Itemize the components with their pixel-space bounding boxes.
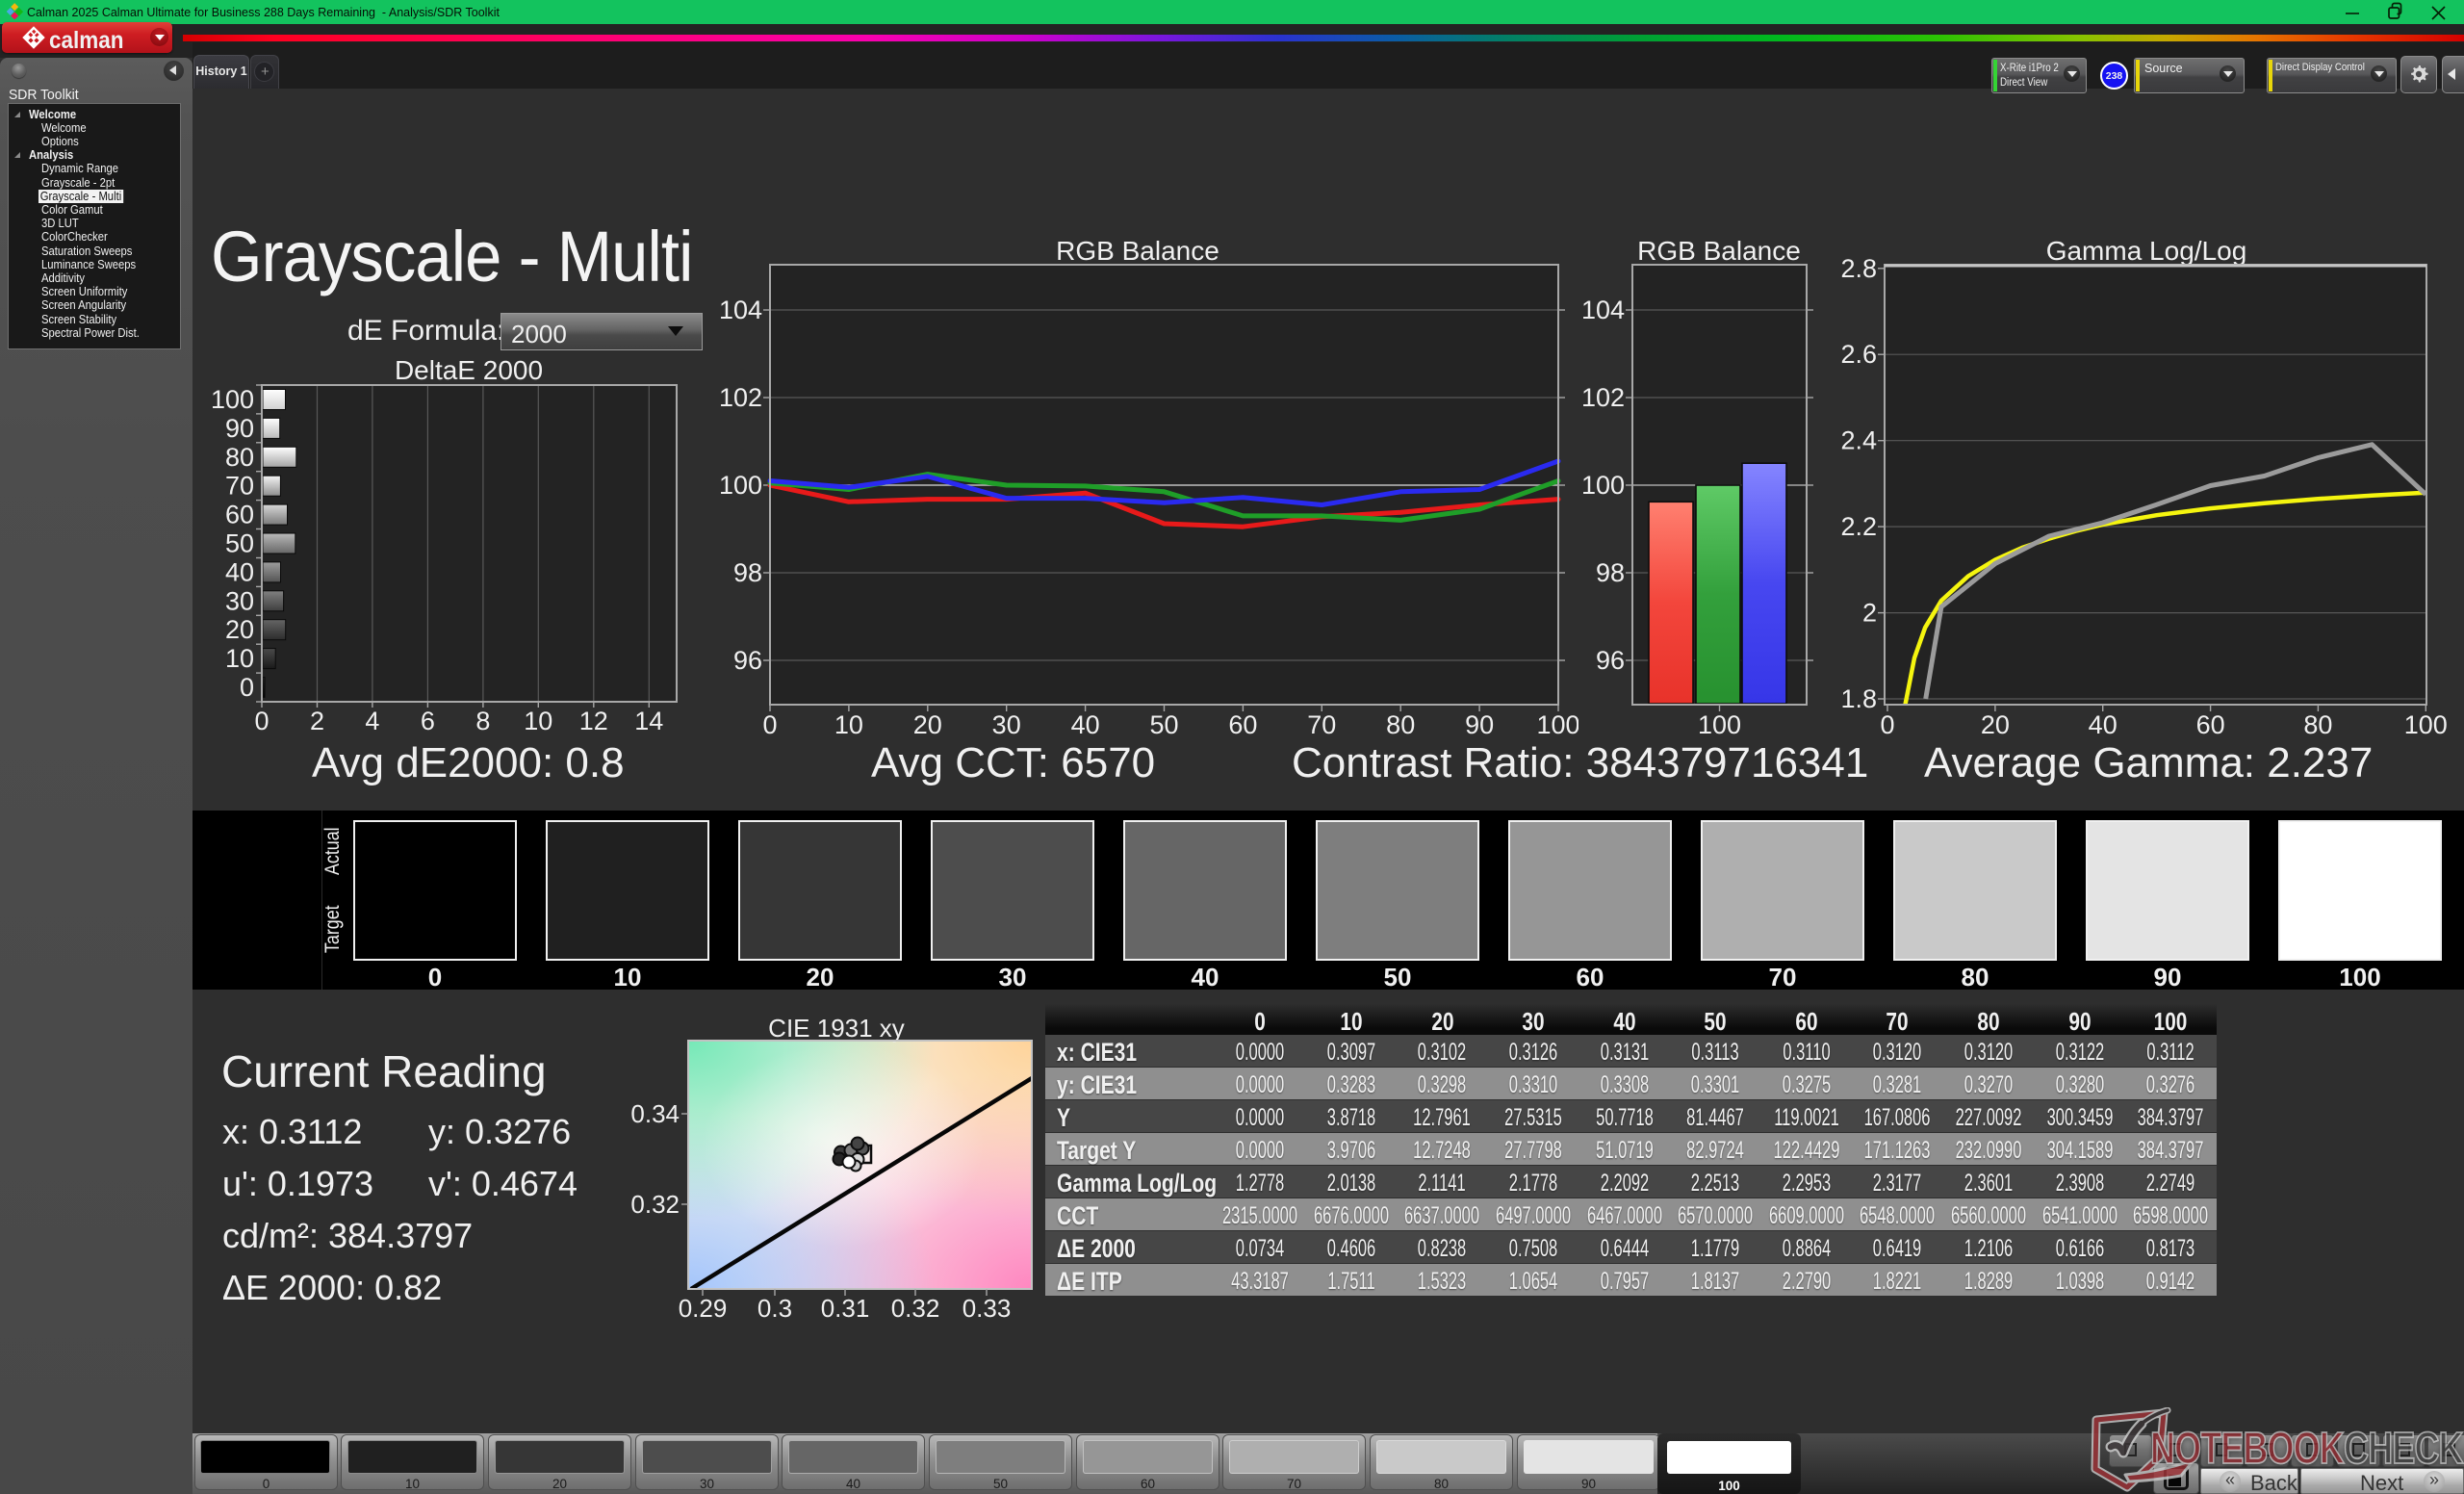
svg-text:60: 60 bbox=[2196, 710, 2225, 739]
svg-text:100: 100 bbox=[1581, 471, 1625, 500]
svg-text:14: 14 bbox=[634, 707, 663, 735]
svg-text:98: 98 bbox=[733, 558, 762, 587]
svg-text:80: 80 bbox=[225, 443, 254, 472]
svg-text:0.34: 0.34 bbox=[630, 1099, 680, 1128]
svg-text:DeltaE 2000: DeltaE 2000 bbox=[395, 356, 543, 385]
svg-text:0.32: 0.32 bbox=[630, 1190, 680, 1219]
svg-text:30: 30 bbox=[992, 710, 1021, 739]
svg-text:50: 50 bbox=[1149, 710, 1178, 739]
svg-text:40: 40 bbox=[225, 557, 254, 586]
svg-text:CIE 1931 xy: CIE 1931 xy bbox=[768, 1014, 905, 1043]
svg-text:96: 96 bbox=[1596, 646, 1625, 675]
svg-text:104: 104 bbox=[1581, 296, 1625, 324]
svg-text:12: 12 bbox=[579, 707, 608, 735]
svg-text:0: 0 bbox=[1880, 710, 1894, 739]
svg-text:RGB Balance: RGB Balance bbox=[1637, 236, 1801, 266]
svg-text:0.29: 0.29 bbox=[679, 1294, 728, 1323]
svg-text:8: 8 bbox=[475, 707, 490, 735]
svg-text:70: 70 bbox=[1307, 710, 1336, 739]
svg-text:6: 6 bbox=[421, 707, 435, 735]
svg-text:2.4: 2.4 bbox=[1840, 426, 1877, 455]
svg-text:2: 2 bbox=[1862, 599, 1877, 628]
svg-text:2.8: 2.8 bbox=[1840, 254, 1877, 283]
svg-text:0.31: 0.31 bbox=[821, 1294, 870, 1323]
svg-text:60: 60 bbox=[1228, 710, 1257, 739]
svg-text:102: 102 bbox=[1581, 383, 1625, 412]
svg-text:10: 10 bbox=[524, 707, 552, 735]
svg-text:10: 10 bbox=[225, 644, 254, 673]
svg-text:100: 100 bbox=[2404, 710, 2448, 739]
svg-text:0: 0 bbox=[762, 710, 777, 739]
svg-text:90: 90 bbox=[225, 414, 254, 443]
svg-text:0.3: 0.3 bbox=[757, 1294, 792, 1323]
svg-text:70: 70 bbox=[225, 472, 254, 501]
svg-text:30: 30 bbox=[225, 586, 254, 615]
svg-text:60: 60 bbox=[225, 501, 254, 529]
svg-text:2.6: 2.6 bbox=[1840, 340, 1877, 369]
svg-text:2: 2 bbox=[310, 707, 324, 735]
svg-text:50: 50 bbox=[225, 529, 254, 558]
svg-text:0.32: 0.32 bbox=[891, 1294, 940, 1323]
svg-text:96: 96 bbox=[733, 646, 762, 675]
svg-text:0.33: 0.33 bbox=[962, 1294, 1012, 1323]
svg-text:40: 40 bbox=[2089, 710, 2118, 739]
svg-text:100: 100 bbox=[1698, 710, 1741, 739]
svg-text:10: 10 bbox=[834, 710, 863, 739]
svg-text:80: 80 bbox=[1386, 710, 1415, 739]
svg-text:1.8: 1.8 bbox=[1840, 684, 1877, 713]
svg-text:0: 0 bbox=[254, 707, 269, 735]
svg-text:20: 20 bbox=[225, 615, 254, 644]
svg-text:98: 98 bbox=[1596, 558, 1625, 587]
svg-text:0: 0 bbox=[240, 673, 254, 702]
svg-text:102: 102 bbox=[719, 383, 762, 412]
svg-text:20: 20 bbox=[1981, 710, 2010, 739]
svg-text:2.2: 2.2 bbox=[1840, 512, 1877, 541]
svg-text:100: 100 bbox=[719, 471, 762, 500]
svg-text:Gamma Log/Log: Gamma Log/Log bbox=[2046, 236, 2247, 266]
svg-text:100: 100 bbox=[212, 385, 254, 414]
svg-text:100: 100 bbox=[1536, 710, 1578, 739]
svg-text:40: 40 bbox=[1071, 710, 1100, 739]
svg-text:RGB Balance: RGB Balance bbox=[1056, 236, 1219, 266]
svg-text:90: 90 bbox=[1465, 710, 1494, 739]
svg-text:104: 104 bbox=[719, 296, 762, 324]
svg-text:4: 4 bbox=[365, 707, 379, 735]
svg-text:80: 80 bbox=[2303, 710, 2332, 739]
svg-text:20: 20 bbox=[913, 710, 942, 739]
